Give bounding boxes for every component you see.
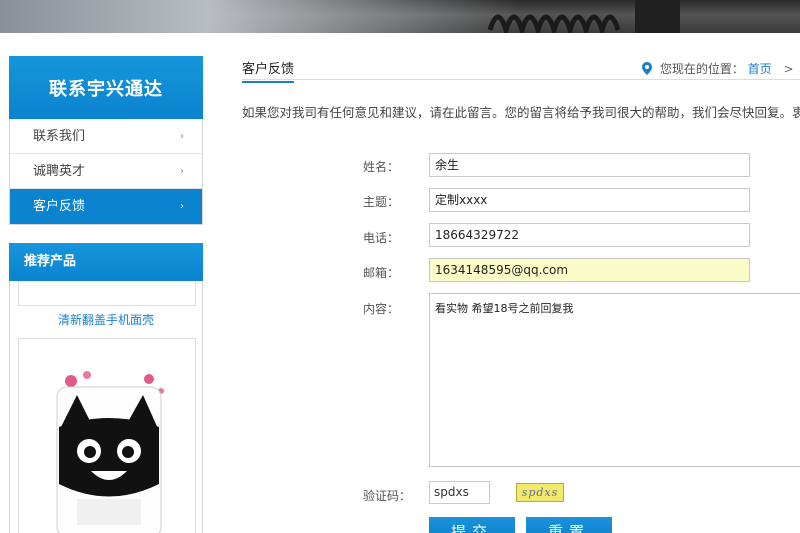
intro-text: 如果您对我司有任何意见和建议，请在此留言。您的留言将给予我司很大的帮助，我们会尽… — [242, 105, 800, 120]
sidebar-item-feedback[interactable]: 客户反馈 › — [10, 189, 202, 224]
recommended-products-list: 清新翻盖手机面壳 — [9, 281, 203, 533]
name-label: 姓名： — [363, 160, 400, 174]
chevron-right-icon: › — [180, 166, 184, 177]
breadcrumb-separator: > — [783, 62, 794, 76]
subject-label: 主题： — [363, 195, 400, 209]
content-label: 内容： — [363, 302, 400, 316]
product-image[interactable] — [18, 338, 196, 533]
phone-field[interactable]: 18664329722 — [429, 223, 750, 247]
subject-field[interactable]: 定制xxxx — [429, 188, 750, 212]
captcha-input[interactable]: spdxs — [429, 481, 490, 504]
sidebar-item-label: 诚聘英才 — [33, 164, 86, 179]
phone-case-illustration — [19, 339, 195, 533]
sidebar-item-label: 联系我们 — [33, 129, 86, 144]
location-pin-icon — [642, 62, 652, 75]
breadcrumb-home-link[interactable]: 首页 — [748, 62, 772, 76]
name-field[interactable]: 余生 — [429, 153, 750, 177]
product-thumbnail[interactable] — [18, 281, 196, 306]
captcha-label: 验证码： — [363, 489, 412, 503]
reset-button[interactable]: 重置 — [526, 517, 612, 533]
captcha-image[interactable]: spdxs — [516, 483, 564, 502]
location-label: 您现在的位置： — [659, 62, 744, 76]
chevron-right-icon: › — [180, 131, 184, 142]
phone-label: 电话： — [363, 231, 400, 245]
product-caption-link[interactable]: 清新翻盖手机面壳 — [10, 311, 202, 328]
top-banner — [0, 0, 800, 33]
email-field[interactable]: 1634148595@qq.com — [429, 258, 750, 282]
sidebar-item-contact-us[interactable]: 联系我们 › — [10, 119, 202, 154]
email-label: 邮箱： — [363, 266, 400, 280]
submit-button[interactable]: 提交 — [429, 517, 515, 533]
chevron-right-icon: › — [180, 201, 184, 212]
sidebar-item-careers[interactable]: 诚聘英才 › — [10, 154, 202, 189]
banner-fade — [0, 0, 520, 33]
sidebar-menu: 联系我们 › 诚聘英才 › 客户反馈 › — [9, 119, 203, 225]
content-textarea[interactable]: 看实物 希望18号之前回复我 — [429, 293, 800, 467]
header-divider — [242, 79, 800, 80]
sidebar-title: 联系宇兴通达 — [9, 56, 203, 119]
recommended-products-title: 推荐产品 — [9, 243, 203, 281]
breadcrumb: 您现在的位置： 首页 > — [642, 60, 794, 77]
phone-cord-image — [487, 0, 680, 33]
sidebar-item-label: 客户反馈 — [33, 199, 86, 214]
